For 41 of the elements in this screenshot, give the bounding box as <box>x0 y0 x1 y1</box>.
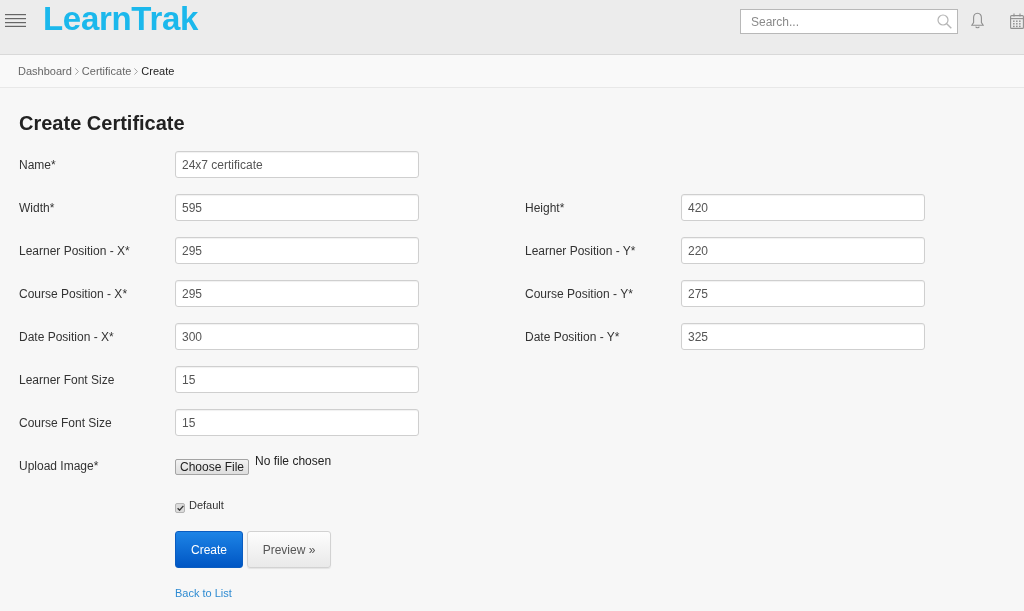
field-label: Upload Image* <box>19 458 100 473</box>
text-field[interactable]: 24x7 certificate <box>175 151 419 178</box>
text-field[interactable]: 420 <box>681 194 925 221</box>
checkbox-label: Default <box>189 498 224 511</box>
chevron-icon <box>134 67 139 75</box>
field-label: Name* <box>19 157 56 172</box>
field-label: Learner Position - Y* <box>525 243 636 258</box>
chevron-icon <box>74 67 79 75</box>
text-field[interactable]: 15 <box>175 366 419 393</box>
text-field[interactable]: 15 <box>175 409 419 436</box>
field-label: Height* <box>525 200 565 215</box>
text-field[interactable]: 325 <box>681 323 925 350</box>
menu-icon[interactable] <box>5 14 26 27</box>
field-label: Learner Font Size <box>19 372 115 387</box>
field-label: Learner Position - X* <box>19 243 130 258</box>
text-field[interactable]: 295 <box>175 280 419 307</box>
field-label: Date Position - Y* <box>525 329 620 344</box>
text-field[interactable]: 220 <box>681 237 925 264</box>
breadcrumb-link[interactable]: Dashboard <box>18 65 72 77</box>
breadcrumb-current: Create <box>141 65 175 77</box>
field-label: Date Position - X* <box>19 329 114 344</box>
file-status: No file chosen <box>255 453 332 468</box>
field-label: Course Position - X* <box>19 286 128 301</box>
create-button[interactable]: Create <box>175 531 243 568</box>
text-field[interactable]: 275 <box>681 280 925 307</box>
preview-button[interactable]: Preview » <box>247 531 331 568</box>
search-field[interactable]: Search... <box>740 9 958 34</box>
text-field[interactable]: 295 <box>175 237 419 264</box>
bell-icon[interactable] <box>971 12 984 30</box>
field-label: Width* <box>19 200 55 215</box>
choose-file-button[interactable]: Choose File <box>175 458 250 475</box>
field-label: Course Font Size <box>19 415 112 430</box>
page-title: Create Certificate <box>19 111 185 135</box>
checkbox[interactable] <box>175 502 185 513</box>
breadcrumb-link[interactable]: Certificate <box>81 65 132 77</box>
text-field[interactable]: 300 <box>175 323 419 350</box>
search-icon[interactable] <box>937 14 952 29</box>
calendar-icon[interactable] <box>1010 13 1024 29</box>
text-field[interactable]: 595 <box>175 194 419 221</box>
field-label: Course Position - Y* <box>525 286 633 301</box>
back-link[interactable]: Back to List <box>175 587 232 599</box>
